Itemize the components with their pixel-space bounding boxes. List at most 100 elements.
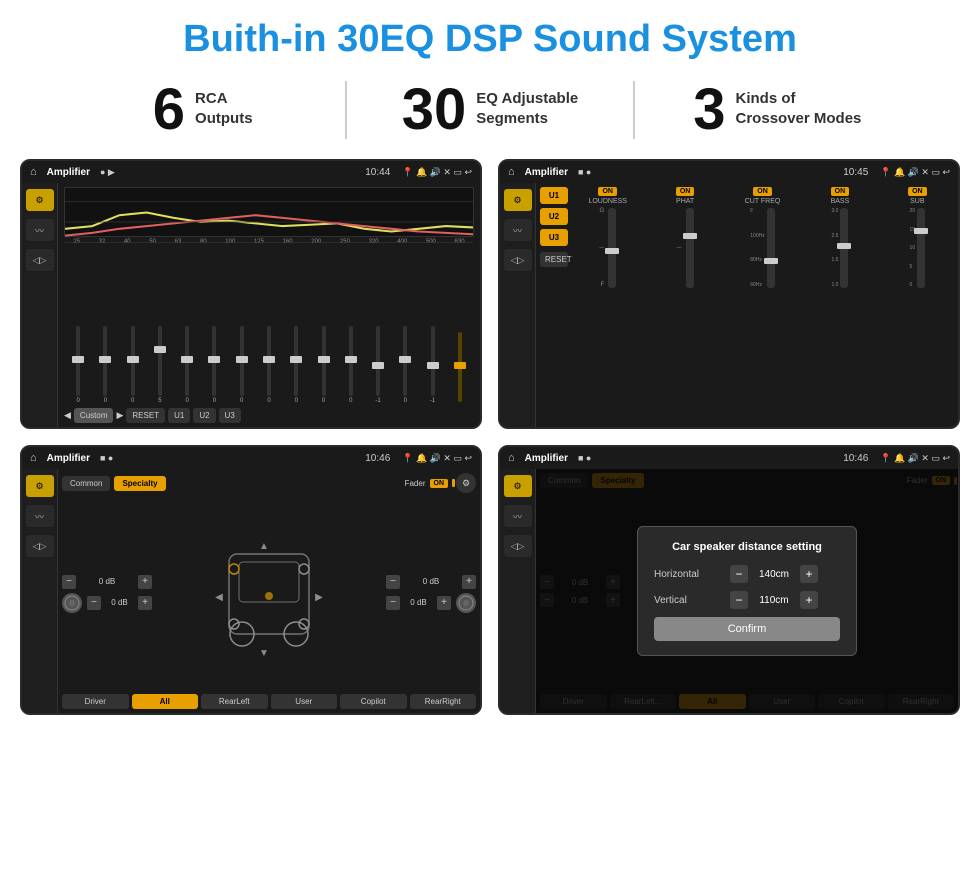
eq-reset-btn[interactable]: RESET — [126, 408, 165, 423]
eq-slider-6[interactable]: 0 — [230, 326, 254, 404]
amp-screen-title: Amplifier — [525, 167, 568, 178]
db-plus-left-1[interactable]: + — [138, 575, 152, 589]
db-minus-right-1[interactable]: − — [386, 575, 400, 589]
dialog-horizontal-plus[interactable]: + — [800, 565, 818, 583]
amp-sidebar-vol[interactable]: ◁▷ — [504, 249, 532, 271]
db-plus-right-2[interactable]: + — [437, 596, 451, 610]
db-plus-left-2[interactable]: + — [138, 596, 152, 610]
eq-status-icons: 📍 🔔 🔊 ✕ ▭ ↩ — [402, 167, 472, 178]
settings-icon[interactable]: ⚙ — [456, 473, 476, 493]
eq-u3-btn[interactable]: U3 — [219, 408, 241, 423]
amp-phat-col: ON PHAT — — [648, 187, 721, 423]
amp-status-dots: ■ ● — [578, 167, 591, 177]
amp-cutfreq-col: ON CUT FREQ F100Hz80Hz60Hz — [726, 187, 799, 423]
eq-prev-btn[interactable]: ◀ — [64, 410, 71, 421]
eq-sidebar-wave[interactable]: 〰 — [26, 219, 54, 241]
cs-rearright-btn[interactable]: RearRight — [410, 694, 477, 709]
eq-left-sidebar: ⚙ 〰 ◁▷ — [22, 183, 58, 427]
speaker-icon-right — [456, 593, 476, 613]
eq-slider-13[interactable]: -1 — [420, 326, 444, 404]
db-minus-right-2[interactable]: − — [386, 596, 400, 610]
eq-slider-12[interactable]: 0 — [393, 326, 417, 404]
amp-phat-on[interactable]: ON — [676, 187, 695, 196]
cs-sidebar-eq[interactable]: ⚙ — [26, 475, 54, 497]
home-icon[interactable]: ⌂ — [30, 166, 37, 178]
amp-phat-slider[interactable] — [686, 208, 694, 288]
eq-u1-btn[interactable]: U1 — [168, 408, 190, 423]
cs-copilot-btn[interactable]: Copilot — [340, 694, 407, 709]
amp-sub-on[interactable]: ON — [908, 187, 927, 196]
svg-text:▼: ▼ — [259, 648, 269, 659]
cs-all-btn[interactable]: All — [132, 694, 199, 709]
cs-rearleft-btn[interactable]: RearLeft — [201, 694, 268, 709]
eq-slider-11[interactable]: -1 — [366, 326, 390, 404]
eq-slider-8[interactable]: 0 — [284, 326, 308, 404]
db-plus-right-1[interactable]: + — [462, 575, 476, 589]
db-minus-left-2[interactable]: − — [87, 596, 101, 610]
eq-slider-10[interactable]: 0 — [339, 326, 363, 404]
eq-slider-0[interactable]: 0 — [66, 326, 90, 404]
stat-crossover-label: Kinds ofCrossover Modes — [736, 81, 862, 128]
amp-u3-btn[interactable]: U3 — [540, 229, 568, 246]
cs-status-icons: 📍 🔔 🔊 ✕ ▭ ↩ — [402, 453, 472, 464]
eq-sidebar-vol[interactable]: ◁▷ — [26, 249, 54, 271]
dialog-sidebar-eq[interactable]: ⚙ — [504, 475, 532, 497]
amp-loudness-slider[interactable] — [608, 208, 616, 288]
dialog-title: Car speaker distance setting — [654, 541, 840, 553]
amp-loudness-nums: G—F — [599, 208, 604, 288]
eq-slider-7[interactable]: 0 — [257, 326, 281, 404]
dialog-horizontal-minus[interactable]: − — [730, 565, 748, 583]
amp-bass-slider[interactable] — [840, 208, 848, 288]
cs-tab-specialty[interactable]: Specialty — [114, 476, 165, 491]
amp-sidebar-wave[interactable]: 〰 — [504, 219, 532, 241]
eq-status-dots: ● ▶ — [100, 167, 115, 178]
db-val-right-2: 0 dB — [403, 598, 434, 607]
eq-sliders: 0 0 0 5 0 0 0 0 0 0 0 -1 0 -1 — [64, 249, 474, 404]
eq-u2-btn[interactable]: U2 — [193, 408, 215, 423]
cs-driver-btn[interactable]: Driver — [62, 694, 129, 709]
eq-custom-btn[interactable]: Custom — [74, 408, 114, 423]
confirm-button[interactable]: Confirm — [654, 617, 840, 641]
dialog-vertical-row: Vertical − 110cm + — [654, 591, 840, 609]
amp-home-icon[interactable]: ⌂ — [508, 166, 515, 178]
dialog-horizontal-value: 140cm — [754, 569, 794, 580]
cs-tab-common[interactable]: Common — [62, 476, 110, 491]
stat-rca-number: 6 — [153, 81, 185, 139]
amp-u1-btn[interactable]: U1 — [540, 187, 568, 204]
db-minus-left-1[interactable]: − — [62, 575, 76, 589]
fader-label: Fader — [405, 479, 426, 488]
amp-time: 10:45 — [843, 167, 868, 178]
eq-slider-1[interactable]: 0 — [93, 326, 117, 404]
eq-slider-3[interactable]: 5 — [148, 326, 172, 404]
dialog-home-icon[interactable]: ⌂ — [508, 452, 515, 464]
cs-sidebar-wave[interactable]: 〰 — [26, 505, 54, 527]
dialog-vertical-minus[interactable]: − — [730, 591, 748, 609]
dialog-vertical-plus[interactable]: + — [800, 591, 818, 609]
cs-home-icon[interactable]: ⌂ — [30, 452, 37, 464]
dialog-screen: ⌂ Amplifier ■ ● 10:46 📍 🔔 🔊 ✕ ▭ ↩ ⚙ 〰 ◁▷… — [498, 445, 960, 715]
eq-next-btn[interactable]: ▶ — [116, 410, 123, 421]
eq-sidebar-eq[interactable]: ⚙ — [26, 189, 54, 211]
amp-bass-on[interactable]: ON — [831, 187, 850, 196]
cs-sidebar-vol[interactable]: ◁▷ — [26, 535, 54, 557]
stat-rca: 6 RCAOutputs — [60, 81, 347, 139]
amp-u2-btn[interactable]: U2 — [540, 208, 568, 225]
eq-slider-5[interactable]: 0 — [202, 326, 226, 404]
fader-on-badge[interactable]: ON — [430, 479, 449, 488]
dialog-sidebar-vol[interactable]: ◁▷ — [504, 535, 532, 557]
amp-sidebar-eq[interactable]: ⚙ — [504, 189, 532, 211]
eq-slider-4[interactable]: 0 — [175, 326, 199, 404]
amp-cutfreq-on[interactable]: ON — [753, 187, 772, 196]
amp-cutfreq-slider[interactable] — [767, 208, 775, 288]
cs-user-btn[interactable]: User — [271, 694, 338, 709]
dialog-vertical-label: Vertical — [654, 595, 724, 606]
eq-slider-9[interactable]: 0 — [311, 326, 335, 404]
cs-status-bar: ⌂ Amplifier ■ ● 10:46 📍 🔔 🔊 ✕ ▭ ↩ — [22, 447, 480, 469]
amp-reset-btn[interactable]: RESET — [540, 252, 568, 267]
amp-loudness-on[interactable]: ON — [598, 187, 617, 196]
dialog-sidebar-wave[interactable]: 〰 — [504, 505, 532, 527]
amp-sub-slider[interactable] — [917, 208, 925, 288]
eq-slider-2[interactable]: 0 — [121, 326, 145, 404]
amp-controls: ON LOUDNESS G—F ON PHAT — — [571, 187, 954, 423]
eq-slider-14[interactable] — [448, 332, 472, 404]
